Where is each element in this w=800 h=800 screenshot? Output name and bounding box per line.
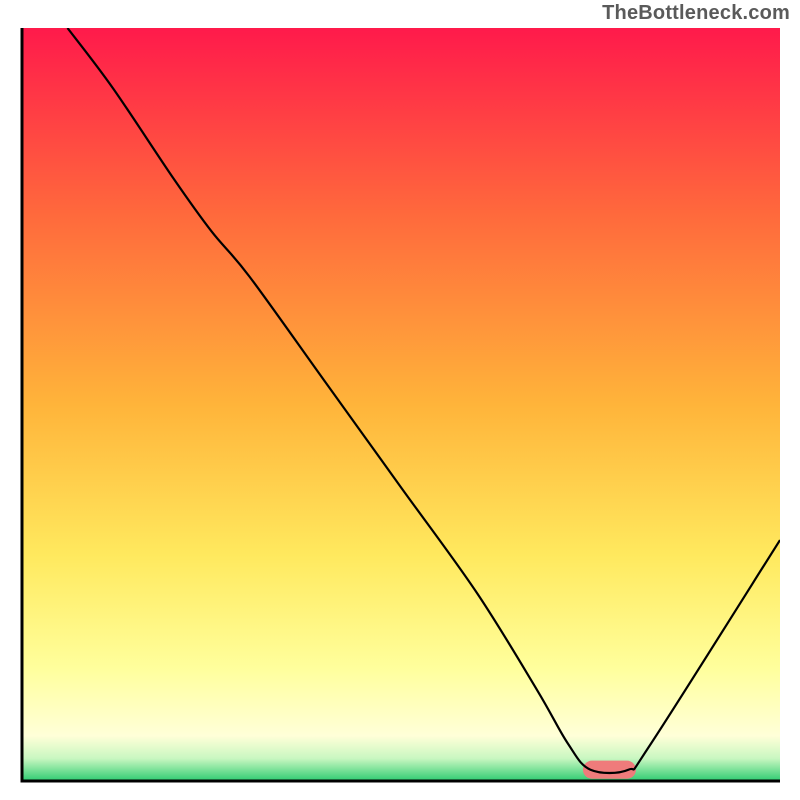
bottleneck-chart	[0, 0, 800, 800]
chart-stage: TheBottleneck.com	[0, 0, 800, 800]
gradient-background	[22, 28, 780, 781]
